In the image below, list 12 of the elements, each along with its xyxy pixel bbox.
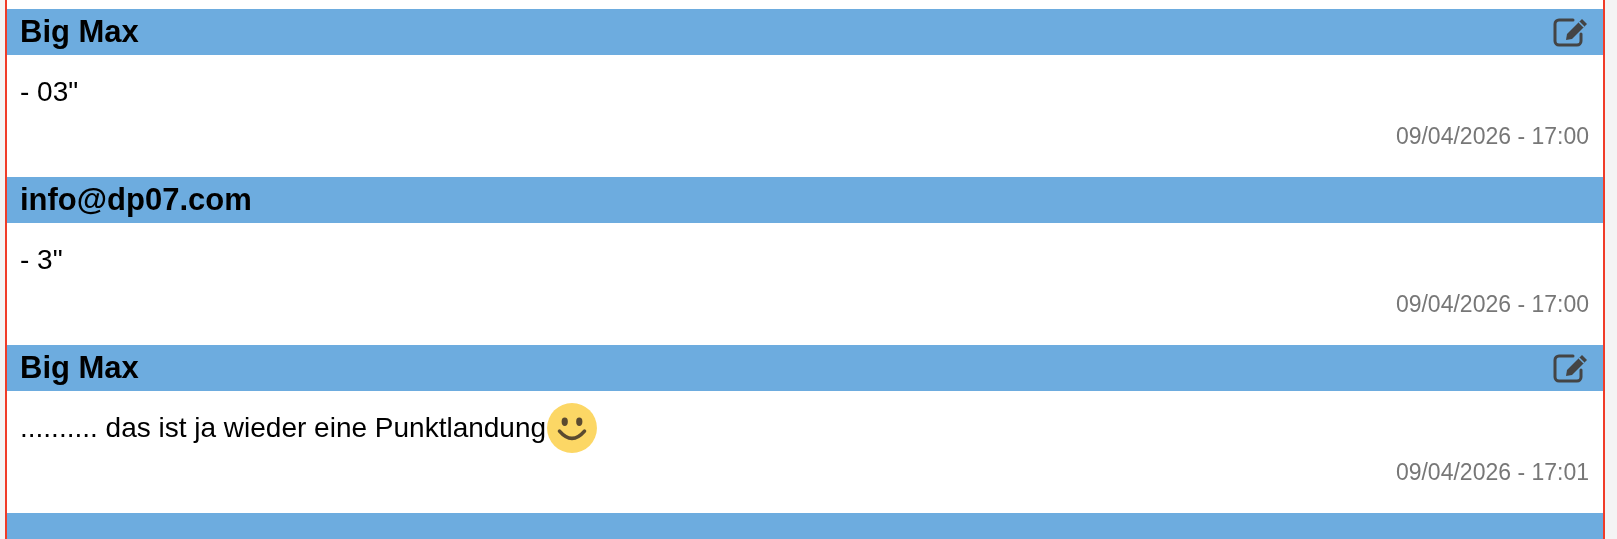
edit-icon[interactable] bbox=[1553, 17, 1589, 47]
edit-icon[interactable] bbox=[1553, 353, 1589, 383]
author-name: Big Max bbox=[20, 348, 139, 387]
author-name: Big Max bbox=[20, 12, 139, 51]
message-text: .......... das ist ja wieder eine Punktlandung bbox=[20, 411, 547, 445]
timestamp: 09/04/2026 - 17:01 bbox=[1395, 460, 1589, 484]
author-name: info@dp07.com bbox=[20, 180, 252, 219]
timestamp: 09/04/2026 - 17:00 bbox=[1395, 292, 1589, 316]
smiley-icon bbox=[546, 402, 599, 454]
message-text: - 3" bbox=[20, 243, 63, 277]
message-text: - 03" bbox=[20, 75, 79, 109]
timestamp: 09/04/2026 - 17:00 bbox=[1395, 124, 1589, 148]
